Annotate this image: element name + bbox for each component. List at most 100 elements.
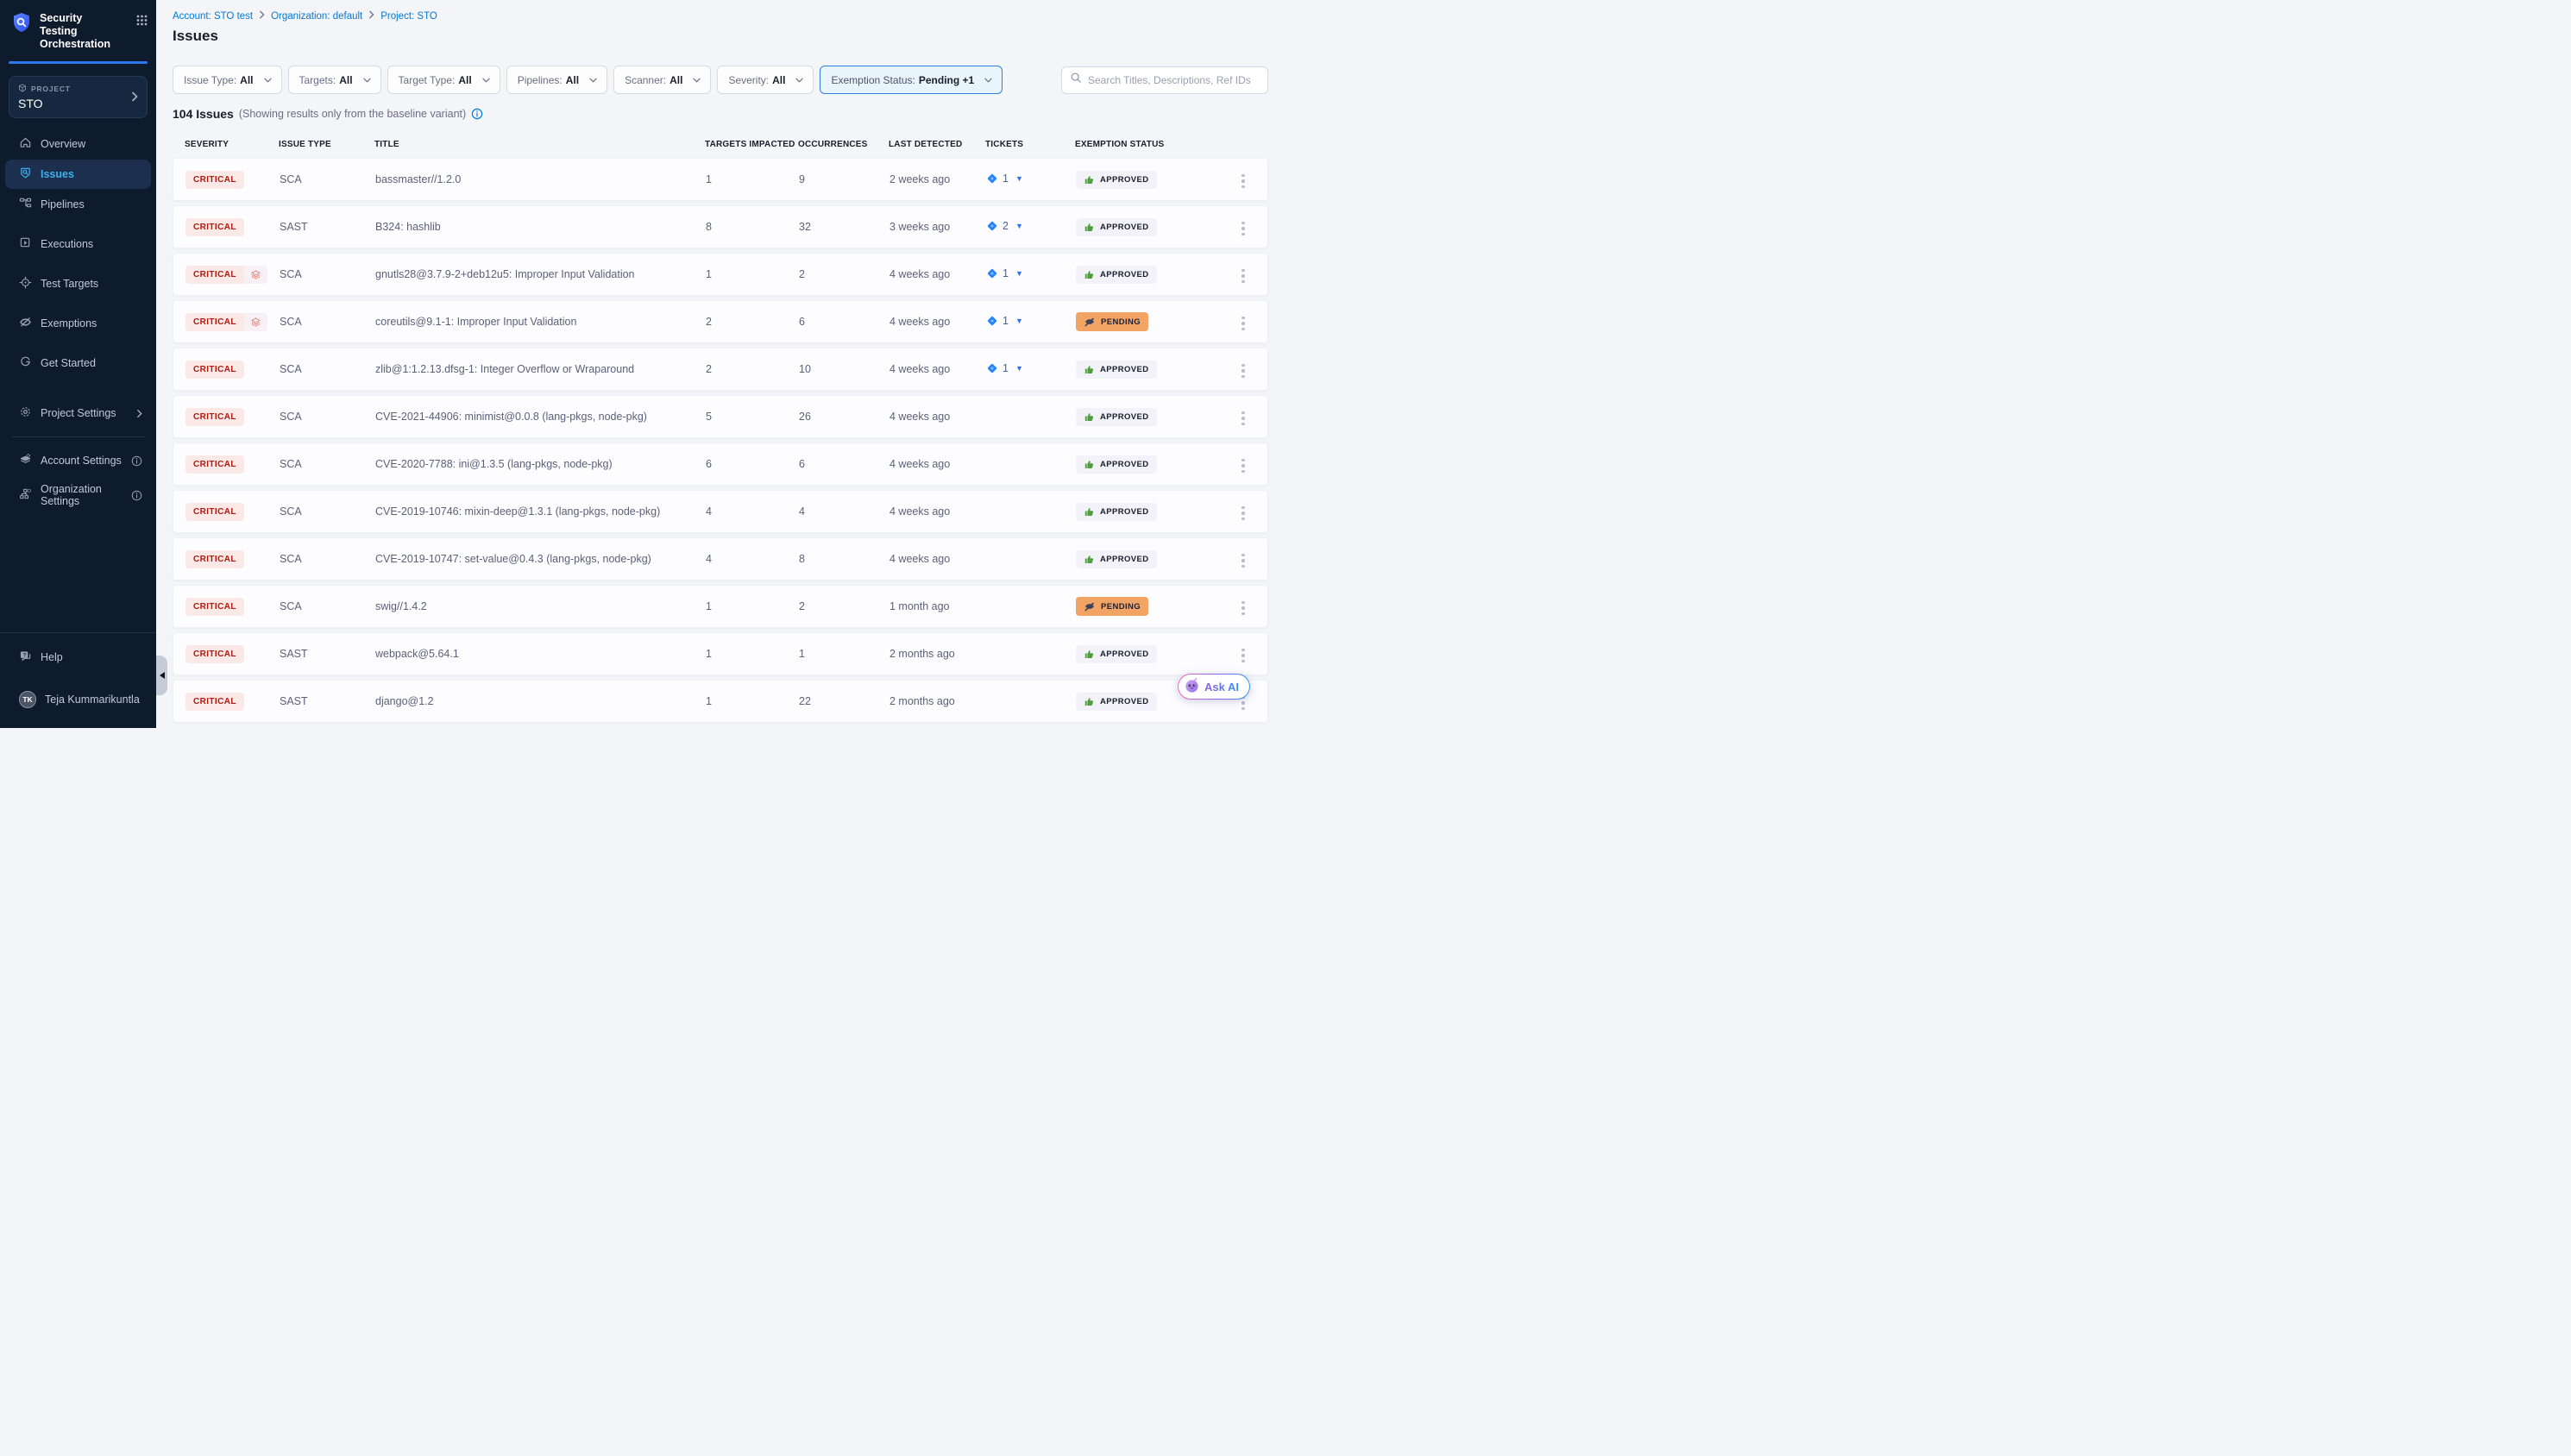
- ticket-caret-icon: ▼: [1015, 174, 1023, 183]
- sidebar-collapse-handle[interactable]: [156, 656, 167, 695]
- row-menu-button[interactable]: [1236, 218, 1250, 240]
- issue-title[interactable]: coreutils@9.1-1: Improper Input Validati…: [375, 316, 706, 328]
- svg-text:?: ?: [23, 652, 27, 658]
- ask-ai-button[interactable]: Ask AI: [1178, 674, 1250, 700]
- sidebar-item-get-started[interactable]: Get Started: [5, 348, 151, 378]
- issue-row[interactable]: CRITICAL SCA CVE-2020-7788: ini@1.3.5 (l…: [173, 442, 1268, 486]
- ticket-chip[interactable]: 1 ▼: [986, 315, 1023, 327]
- ticket-count: 1: [1003, 173, 1009, 185]
- user-menu[interactable]: TK Teja Kummarikuntla: [5, 684, 151, 715]
- issue-title[interactable]: CVE-2019-10746: mixin-deep@1.3.1 (lang-p…: [375, 505, 706, 518]
- issue-row[interactable]: CRITICAL SCA swig//1.4.2 1 2 1 month ago…: [173, 585, 1268, 628]
- filter-severity[interactable]: Severity: All: [717, 66, 814, 94]
- issue-row[interactable]: CRITICAL SCA CVE-2019-10747: set-value@0…: [173, 537, 1268, 581]
- chevron-right-icon: [131, 91, 138, 106]
- row-menu-button[interactable]: [1236, 598, 1250, 619]
- chevron-down-icon: [984, 78, 992, 83]
- breadcrumb-org-link[interactable]: Organization: default: [271, 11, 362, 22]
- info-icon[interactable]: [131, 490, 142, 501]
- info-icon[interactable]: [131, 455, 142, 467]
- issue-title[interactable]: zlib@1:1.2.13.dfsg-1: Integer Overflow o…: [375, 363, 706, 375]
- exemption-status-badge: APPROVED: [1076, 645, 1157, 663]
- issue-row[interactable]: CRITICAL SCA bassmaster//1.2.0 1 9 2 wee…: [173, 158, 1268, 201]
- sidebar-item-overview[interactable]: Overview: [5, 129, 151, 159]
- issue-title[interactable]: django@1.2: [375, 695, 706, 707]
- severity-label: CRITICAL: [185, 408, 244, 426]
- issue-title[interactable]: CVE-2021-44906: minimist@0.0.8 (lang-pkg…: [375, 411, 706, 423]
- sidebar-item-issues[interactable]: Issues: [5, 160, 151, 189]
- issue-title[interactable]: B324: hashlib: [375, 221, 706, 233]
- issue-row[interactable]: CRITICAL SCA CVE-2021-44906: minimist@0.…: [173, 395, 1268, 438]
- row-menu-button[interactable]: [1236, 266, 1250, 287]
- col-severity: SEVERITY: [185, 140, 279, 149]
- eye-off-badge-icon: [1084, 600, 1096, 612]
- filter-pipelines[interactable]: Pipelines: All: [506, 66, 607, 94]
- row-menu-button[interactable]: [1236, 361, 1250, 382]
- ticket-chip[interactable]: 1 ▼: [986, 173, 1023, 185]
- issue-row[interactable]: CRITICAL SCA CVE-2019-10746: mixin-deep@…: [173, 490, 1268, 533]
- severity-badge: CRITICAL: [185, 218, 244, 236]
- issue-title[interactable]: gnutls28@3.7.9-2+deb12u5: Improper Input…: [375, 268, 706, 280]
- targets-impacted: 2: [706, 316, 799, 328]
- ticket-count: 2: [1003, 220, 1009, 232]
- issue-row[interactable]: CRITICAL SCA zlib@1:1.2.13.dfsg-1: Integ…: [173, 348, 1268, 391]
- chevron-down-icon: [693, 78, 701, 83]
- row-menu-button[interactable]: [1236, 313, 1250, 335]
- issue-title[interactable]: swig//1.4.2: [375, 600, 706, 612]
- issue-row[interactable]: CRITICAL SAST B324: hashlib 8 32 3 weeks…: [173, 205, 1268, 248]
- filter-issue-type[interactable]: Issue Type: All: [173, 66, 282, 94]
- sidebar-item-account-settings[interactable]: Account Settings: [5, 446, 151, 475]
- info-icon[interactable]: [471, 108, 483, 120]
- pipelines-icon: [19, 197, 32, 212]
- sidebar-item-exemptions[interactable]: Exemptions: [5, 309, 151, 338]
- issue-row[interactable]: CRITICAL SAST django@1.2 1 22 2 months a…: [173, 680, 1268, 723]
- layers-gear-icon: [19, 453, 32, 468]
- row-menu-button[interactable]: [1236, 171, 1250, 192]
- col-occurrences: OCCURRENCES: [798, 140, 889, 149]
- ticket-chip[interactable]: 1 ▼: [986, 362, 1023, 374]
- sidebar-item-project-settings[interactable]: Project Settings: [5, 399, 151, 428]
- thumbs-up-icon: [1084, 411, 1095, 423]
- row-menu-button[interactable]: [1236, 503, 1250, 524]
- ticket-chip[interactable]: 2 ▼: [986, 220, 1023, 232]
- issue-title[interactable]: webpack@5.64.1: [375, 648, 706, 660]
- issue-title[interactable]: CVE-2019-10747: set-value@0.4.3 (lang-pk…: [375, 553, 706, 565]
- project-selector[interactable]: PROJECT STO: [9, 76, 148, 118]
- sidebar-item-organization-settings[interactable]: Organization Settings: [5, 476, 151, 514]
- sidebar-item-test-targets[interactable]: Test Targets: [5, 269, 151, 298]
- ticket-caret-icon: ▼: [1015, 222, 1023, 230]
- filter-targets[interactable]: Targets: All: [288, 66, 381, 94]
- executions-icon: [19, 236, 32, 252]
- help-button[interactable]: ? Help: [5, 643, 151, 672]
- search-box: [1061, 66, 1268, 94]
- sidebar-item-pipelines[interactable]: Pipelines: [5, 190, 151, 219]
- search-input[interactable]: [1088, 74, 1260, 86]
- filter-target-type[interactable]: Target Type: All: [387, 66, 500, 94]
- breadcrumb-account-link[interactable]: Account: STO test: [173, 11, 253, 22]
- filter-exemption-status[interactable]: Exemption Status: Pending +1: [820, 66, 1003, 94]
- filter-scanner[interactable]: Scanner: All: [613, 66, 711, 94]
- severity-label: CRITICAL: [185, 693, 244, 711]
- sidebar-item-label: Project Settings: [41, 407, 116, 419]
- issue-row[interactable]: CRITICAL SCA coreutils@9.1-1: Improper I…: [173, 300, 1268, 343]
- breadcrumb-project-link[interactable]: Project: STO: [380, 11, 437, 22]
- sidebar-item-executions[interactable]: Executions: [5, 229, 151, 259]
- issue-title[interactable]: CVE-2020-7788: ini@1.3.5 (lang-pkgs, nod…: [375, 458, 706, 470]
- issue-row[interactable]: CRITICAL SAST webpack@5.64.1 1 1 2 month…: [173, 632, 1268, 675]
- ticket-chip[interactable]: 1 ▼: [986, 267, 1023, 279]
- project-label: PROJECT: [31, 85, 71, 93]
- row-menu-button[interactable]: [1236, 455, 1250, 477]
- module-grid-icon[interactable]: [136, 15, 148, 30]
- sidebar-item-label: Overview: [41, 138, 85, 150]
- severity-label: CRITICAL: [185, 171, 244, 189]
- exemption-status-badge: APPROVED: [1076, 266, 1157, 284]
- row-menu-button[interactable]: [1236, 645, 1250, 667]
- row-menu-button[interactable]: [1236, 550, 1250, 572]
- sidebar-item-label: Organization Settings: [41, 483, 123, 507]
- issue-row[interactable]: CRITICAL SCA gnutls28@3.7.9-2+deb12u5: I…: [173, 253, 1268, 296]
- row-menu-button[interactable]: [1236, 408, 1250, 430]
- table-header-row: SEVERITY ISSUE TYPE TITLE TARGETS IMPACT…: [173, 140, 1268, 149]
- issue-title[interactable]: bassmaster//1.2.0: [375, 173, 706, 185]
- ai-mascot-icon: [1184, 677, 1200, 696]
- col-targets-impacted: TARGETS IMPACTED: [705, 140, 798, 149]
